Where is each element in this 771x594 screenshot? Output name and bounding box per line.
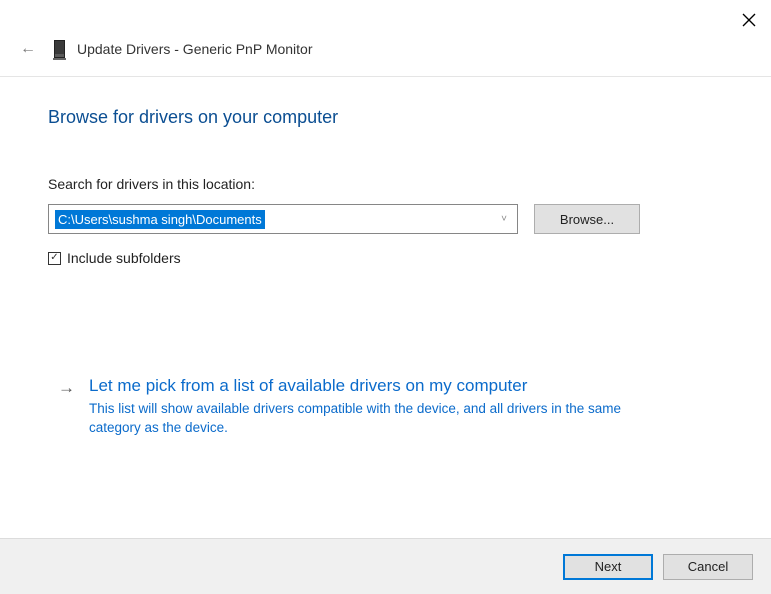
path-value: C:\Users\sushma singh\Documents	[55, 210, 265, 229]
back-arrow-icon[interactable]: ←	[20, 41, 36, 57]
browse-button[interactable]: Browse...	[534, 204, 640, 234]
cancel-button[interactable]: Cancel	[663, 554, 753, 580]
option-description: This list will show available drivers co…	[89, 400, 669, 438]
include-subfolders-row: ✓ Include subfolders	[48, 250, 723, 266]
page-body: Browse for drivers on your computer Sear…	[0, 77, 771, 438]
pick-from-list-option[interactable]: → Let me pick from a list of available d…	[48, 376, 723, 438]
monitor-icon	[54, 40, 65, 58]
wizard-footer: Next Cancel	[0, 538, 771, 594]
page-title: Browse for drivers on your computer	[48, 107, 723, 128]
search-location-label: Search for drivers in this location:	[48, 176, 723, 192]
close-button[interactable]	[739, 10, 759, 30]
arrow-right-icon: →	[58, 376, 75, 438]
chevron-down-icon[interactable]: ˅	[501, 214, 507, 225]
option-text: Let me pick from a list of available dri…	[89, 376, 669, 438]
path-row: C:\Users\sushma singh\Documents ˅ Browse…	[48, 204, 723, 234]
title-bar	[0, 0, 771, 36]
include-subfolders-checkbox[interactable]: ✓	[48, 252, 61, 265]
include-subfolders-label: Include subfolders	[67, 250, 181, 266]
next-button[interactable]: Next	[563, 554, 653, 580]
path-combobox[interactable]: C:\Users\sushma singh\Documents ˅	[48, 204, 518, 234]
window-title: Update Drivers - Generic PnP Monitor	[77, 41, 313, 57]
wizard-header: ← Update Drivers - Generic PnP Monitor	[0, 36, 771, 77]
option-title: Let me pick from a list of available dri…	[89, 376, 669, 396]
close-icon	[742, 13, 756, 27]
